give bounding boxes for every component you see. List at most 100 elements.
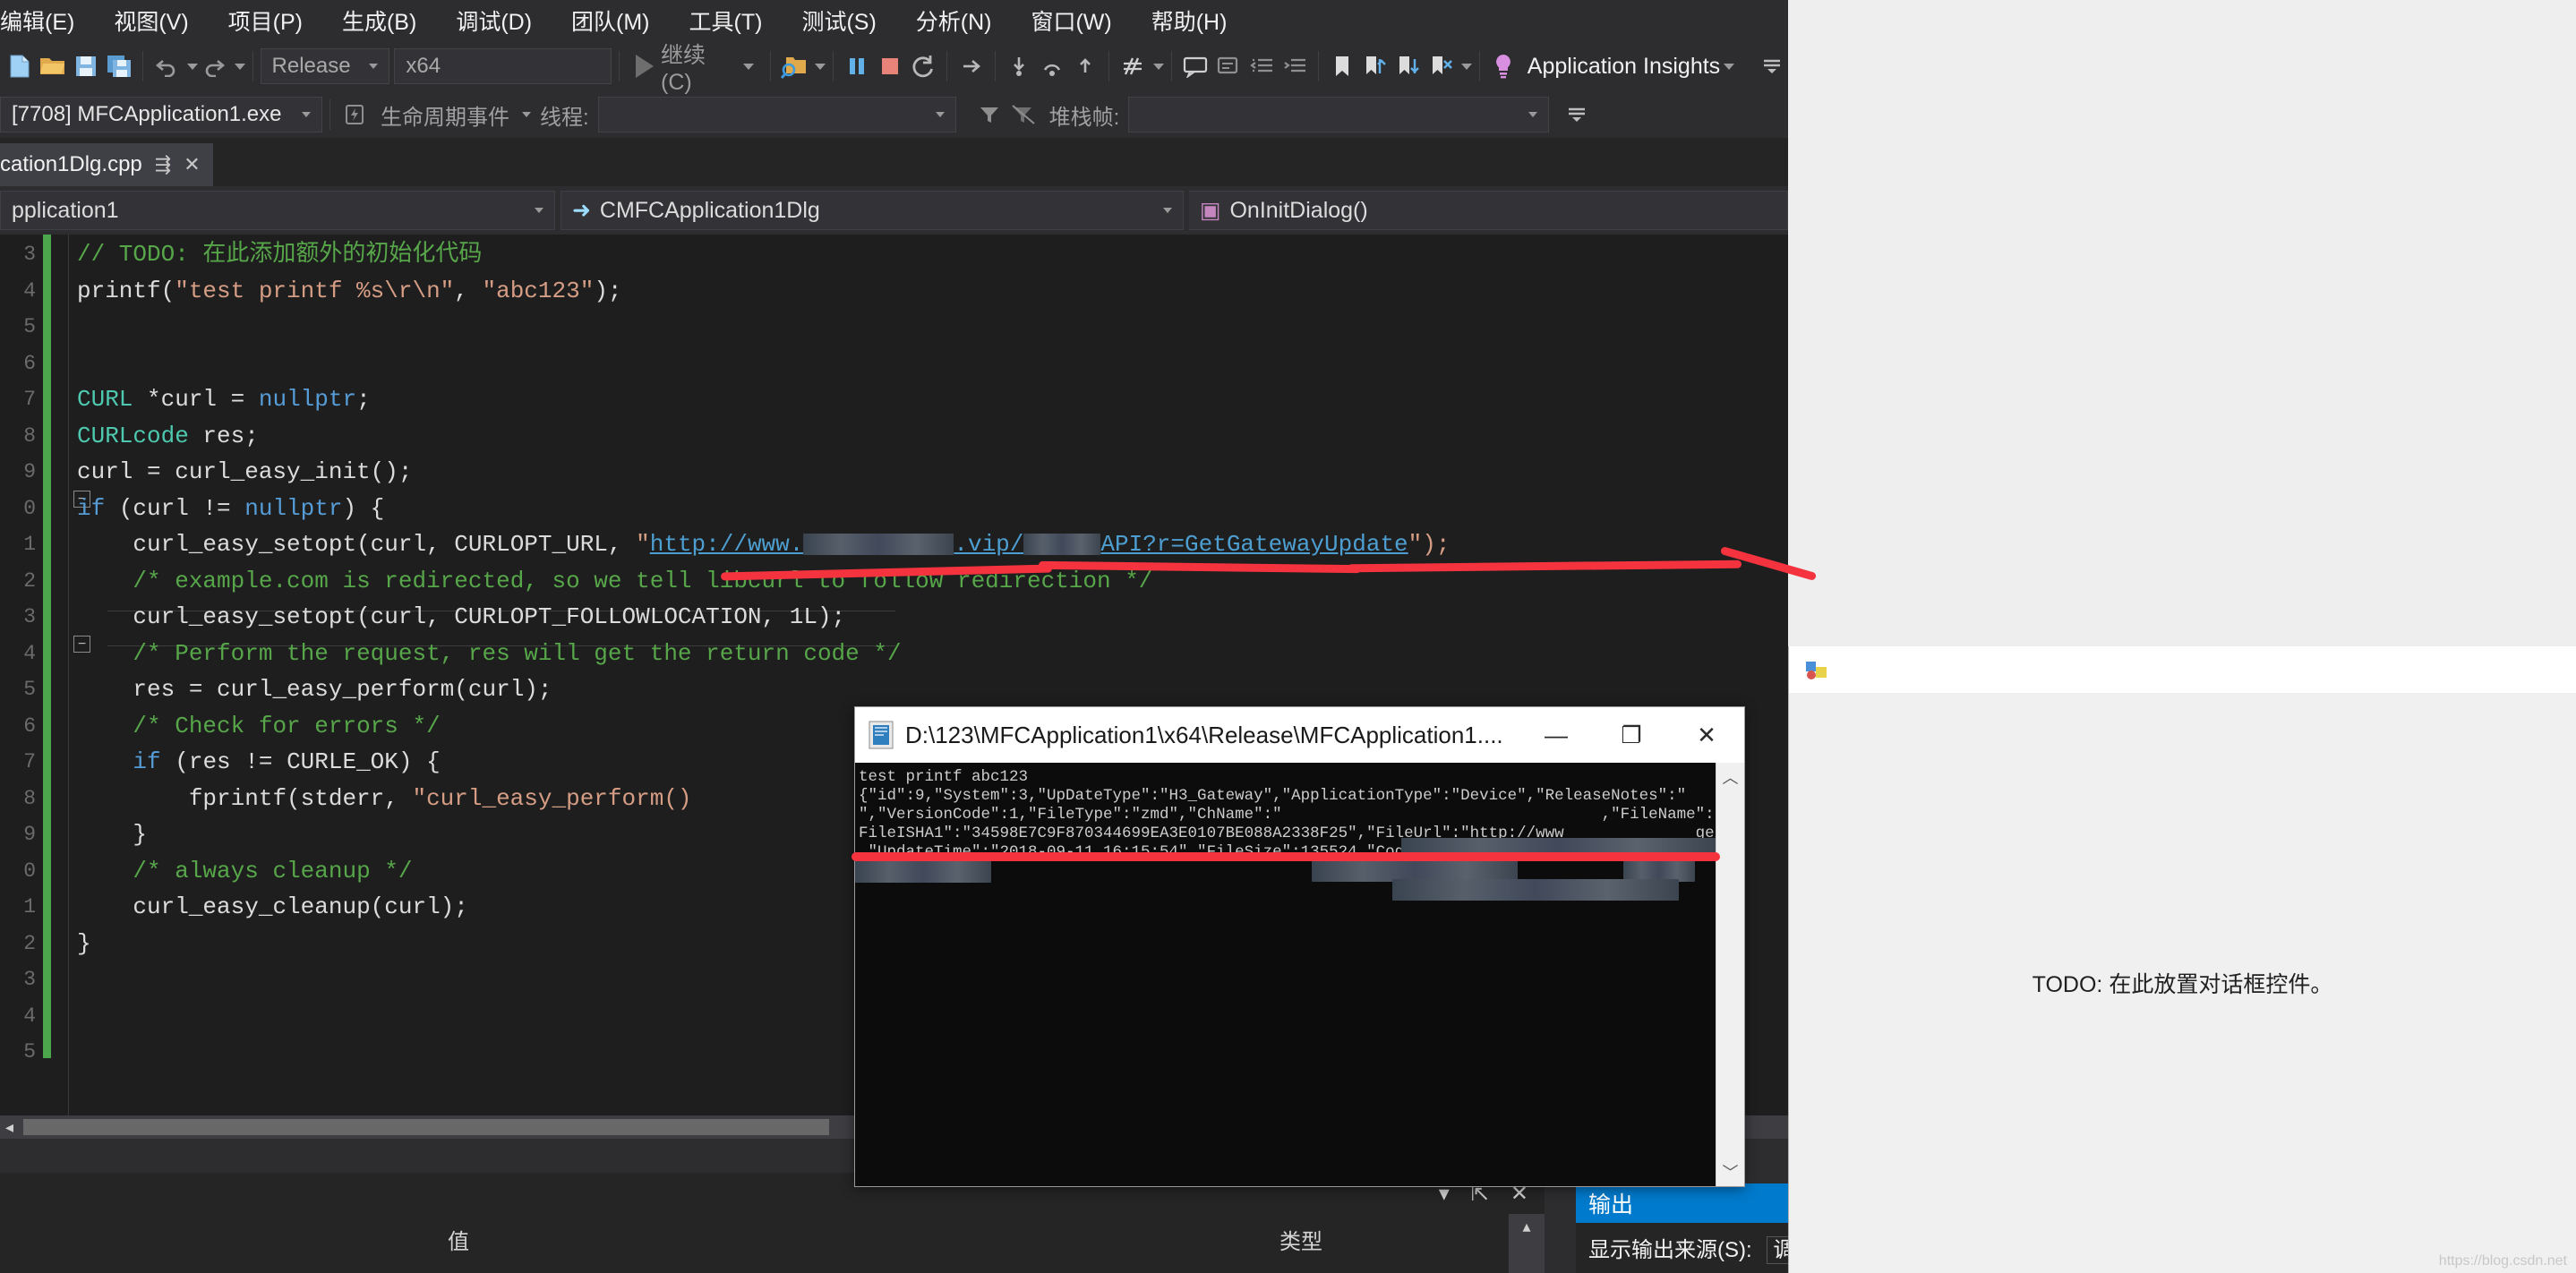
chevron-down-icon xyxy=(534,208,543,213)
member-dropdown[interactable]: ▣ OnInitDialog() xyxy=(1188,191,1788,230)
mfc-application-dialog[interactable]: TODO: 在此放置对话框控件。 https://blog.csdn.net xyxy=(1788,646,2576,1273)
save-icon[interactable] xyxy=(70,48,103,84)
close-icon[interactable]: ✕ xyxy=(1669,707,1744,763)
platform-dropdown[interactable]: x64 xyxy=(394,48,612,84)
redo-dropdown-caret[interactable] xyxy=(234,63,245,70)
platform-value: x64 xyxy=(406,54,441,78)
redo-icon[interactable] xyxy=(198,48,231,84)
menu-item-edit[interactable]: 编辑(E) xyxy=(0,4,94,37)
menu-item-analyze[interactable]: 分析(N) xyxy=(896,4,1012,37)
toolbar-divider xyxy=(1479,51,1481,81)
continue-label: 继续(C) xyxy=(661,42,706,95)
console-output-area[interactable]: test printf abc123 {"id":9,"System":3,"Up… xyxy=(855,763,1744,1186)
scroll-down-icon[interactable]: ﹀ xyxy=(1716,1158,1744,1186)
continue-button[interactable]: 继续(C) xyxy=(627,38,763,96)
filter-icon[interactable] xyxy=(972,97,1006,132)
pause-icon[interactable] xyxy=(841,48,874,84)
undo-dropdown-caret[interactable] xyxy=(186,63,198,70)
watch-vertical-scrollbar[interactable]: ▴ xyxy=(1509,1214,1545,1273)
toolbar-overflow-icon[interactable] xyxy=(1755,48,1788,84)
menu-item-window[interactable]: 窗口(W) xyxy=(1011,4,1131,37)
comment-block-icon[interactable] xyxy=(1179,48,1212,84)
step-over-icon[interactable] xyxy=(1036,48,1069,84)
line-number: 2 xyxy=(23,568,36,593)
console-scrollbar[interactable]: ︿ ﹀ xyxy=(1716,763,1744,1186)
tab-mfcapplication1dlg-cpp[interactable]: cation1Dlg.cpp ⇶ ✕ xyxy=(0,143,213,186)
class-dropdown[interactable]: ➜ CMFCApplication1Dlg xyxy=(560,191,1184,230)
console-title-bar[interactable]: D:\123\MFCApplication1\x64\Release\MFCAp… xyxy=(855,707,1744,763)
toolbar-divider xyxy=(1108,51,1110,81)
close-icon[interactable]: ✕ xyxy=(184,153,200,176)
scroll-left-icon[interactable]: ◂ xyxy=(5,1118,13,1137)
format-options-caret[interactable] xyxy=(1152,63,1164,70)
member-value: OnInitDialog() xyxy=(1229,197,1368,223)
previous-bookmark-icon[interactable] xyxy=(1392,48,1425,84)
code-line: curl_easy_setopt(curl, CURLOPT_URL, "htt… xyxy=(133,531,1451,558)
step-out-icon[interactable] xyxy=(1068,48,1101,84)
scrollbar-thumb[interactable] xyxy=(23,1119,829,1135)
configuration-value: Release xyxy=(271,54,351,78)
code-line: // TODO: 在此添加额外的初始化代码 xyxy=(77,241,483,268)
thread-dropdown[interactable] xyxy=(597,97,956,132)
menu-item-view[interactable]: 视图(V) xyxy=(94,4,208,37)
debug-toolbar-overflow-icon[interactable] xyxy=(1560,97,1594,132)
mfc-dialog-client-area[interactable]: TODO: 在此放置对话框控件。 xyxy=(1789,693,2576,1273)
locals-watch-pane[interactable]: ▾ ⇱ ✕ 值 类型 ▴ xyxy=(0,1173,1545,1273)
console-line: test printf abc123 xyxy=(859,768,1029,786)
clear-filter-icon[interactable] xyxy=(1006,97,1040,132)
menu-item-build[interactable]: 生成(B) xyxy=(322,4,436,37)
decrease-indent-icon[interactable] xyxy=(1245,48,1278,84)
lifecycle-events-label[interactable]: 生命周期事件 xyxy=(372,99,518,131)
restart-icon[interactable] xyxy=(906,48,939,84)
menu-item-test[interactable]: 测试(S) xyxy=(782,4,895,37)
stackframe-dropdown[interactable] xyxy=(1128,97,1550,132)
toolbar-divider xyxy=(832,51,834,81)
show-next-statement-icon[interactable] xyxy=(954,48,988,84)
tab-output[interactable]: 输出 xyxy=(1576,1183,1788,1223)
process-dropdown[interactable]: [7708] MFCApplication1.exe xyxy=(0,97,322,132)
save-all-icon[interactable] xyxy=(102,48,135,84)
output-pane[interactable]: 输出 显示输出来源(S): 调 xyxy=(1576,1183,1801,1273)
increase-indent-icon[interactable] xyxy=(1278,48,1311,84)
scroll-up-icon[interactable]: ▴ xyxy=(1509,1214,1545,1236)
clear-bookmarks-icon[interactable] xyxy=(1425,48,1458,84)
toolbar-divider xyxy=(770,51,772,81)
new-file-icon[interactable] xyxy=(4,48,37,84)
maximize-icon[interactable]: ❐ xyxy=(1594,707,1669,763)
lifecycle-events-icon[interactable] xyxy=(338,97,372,132)
scroll-up-icon[interactable]: ︿ xyxy=(1716,763,1744,791)
menu-item-tools[interactable]: 工具(T) xyxy=(670,4,783,37)
pin-icon[interactable]: ⇶ xyxy=(155,153,171,176)
code-line: CURLcode res; xyxy=(77,422,259,449)
stop-icon[interactable] xyxy=(874,48,907,84)
next-bookmark-icon[interactable] xyxy=(1359,48,1392,84)
redaction-block xyxy=(855,859,991,883)
format-code-icon[interactable] xyxy=(1117,48,1150,84)
application-insights-label[interactable]: Application Insights xyxy=(1528,54,1720,80)
url-link[interactable]: http://www. .vip/API?r=GetGatewayUpdate xyxy=(650,531,1408,558)
menu-item-debug[interactable]: 调试(D) xyxy=(436,4,552,37)
menu-item-help[interactable]: 帮助(H) xyxy=(1132,4,1247,37)
minimize-icon[interactable]: — xyxy=(1519,707,1594,763)
configuration-dropdown[interactable]: Release xyxy=(260,48,389,84)
column-header-type[interactable]: 类型 xyxy=(1279,1224,1322,1255)
bookmark-options-caret[interactable] xyxy=(1461,63,1473,70)
lightbulb-icon[interactable] xyxy=(1487,48,1520,84)
scope-dropdown[interactable]: pplication1 xyxy=(0,191,555,230)
column-header-value[interactable]: 值 xyxy=(448,1224,469,1255)
chevron-down-icon[interactable] xyxy=(522,112,531,117)
open-folder-icon[interactable] xyxy=(37,48,70,84)
console-window[interactable]: D:\123\MFCApplication1\x64\Release\MFCAp… xyxy=(852,706,1745,1187)
mfc-title-bar[interactable] xyxy=(1789,646,2576,693)
find-options-caret[interactable] xyxy=(814,63,826,70)
application-insights-caret[interactable] xyxy=(1724,63,1735,70)
line-number: 8 xyxy=(23,786,36,810)
bookmark-icon[interactable] xyxy=(1326,48,1359,84)
find-in-folder-icon[interactable] xyxy=(778,48,811,84)
uncomment-block-icon[interactable] xyxy=(1212,48,1245,84)
debug-location-toolbar: [7708] MFCApplication1.exe 生命周期事件 线程: 堆栈… xyxy=(0,91,1788,138)
menu-item-team[interactable]: 团队(M) xyxy=(552,4,669,37)
undo-icon[interactable] xyxy=(150,48,184,84)
menu-item-project[interactable]: 项目(P) xyxy=(209,4,322,37)
step-into-icon[interactable] xyxy=(1003,48,1036,84)
